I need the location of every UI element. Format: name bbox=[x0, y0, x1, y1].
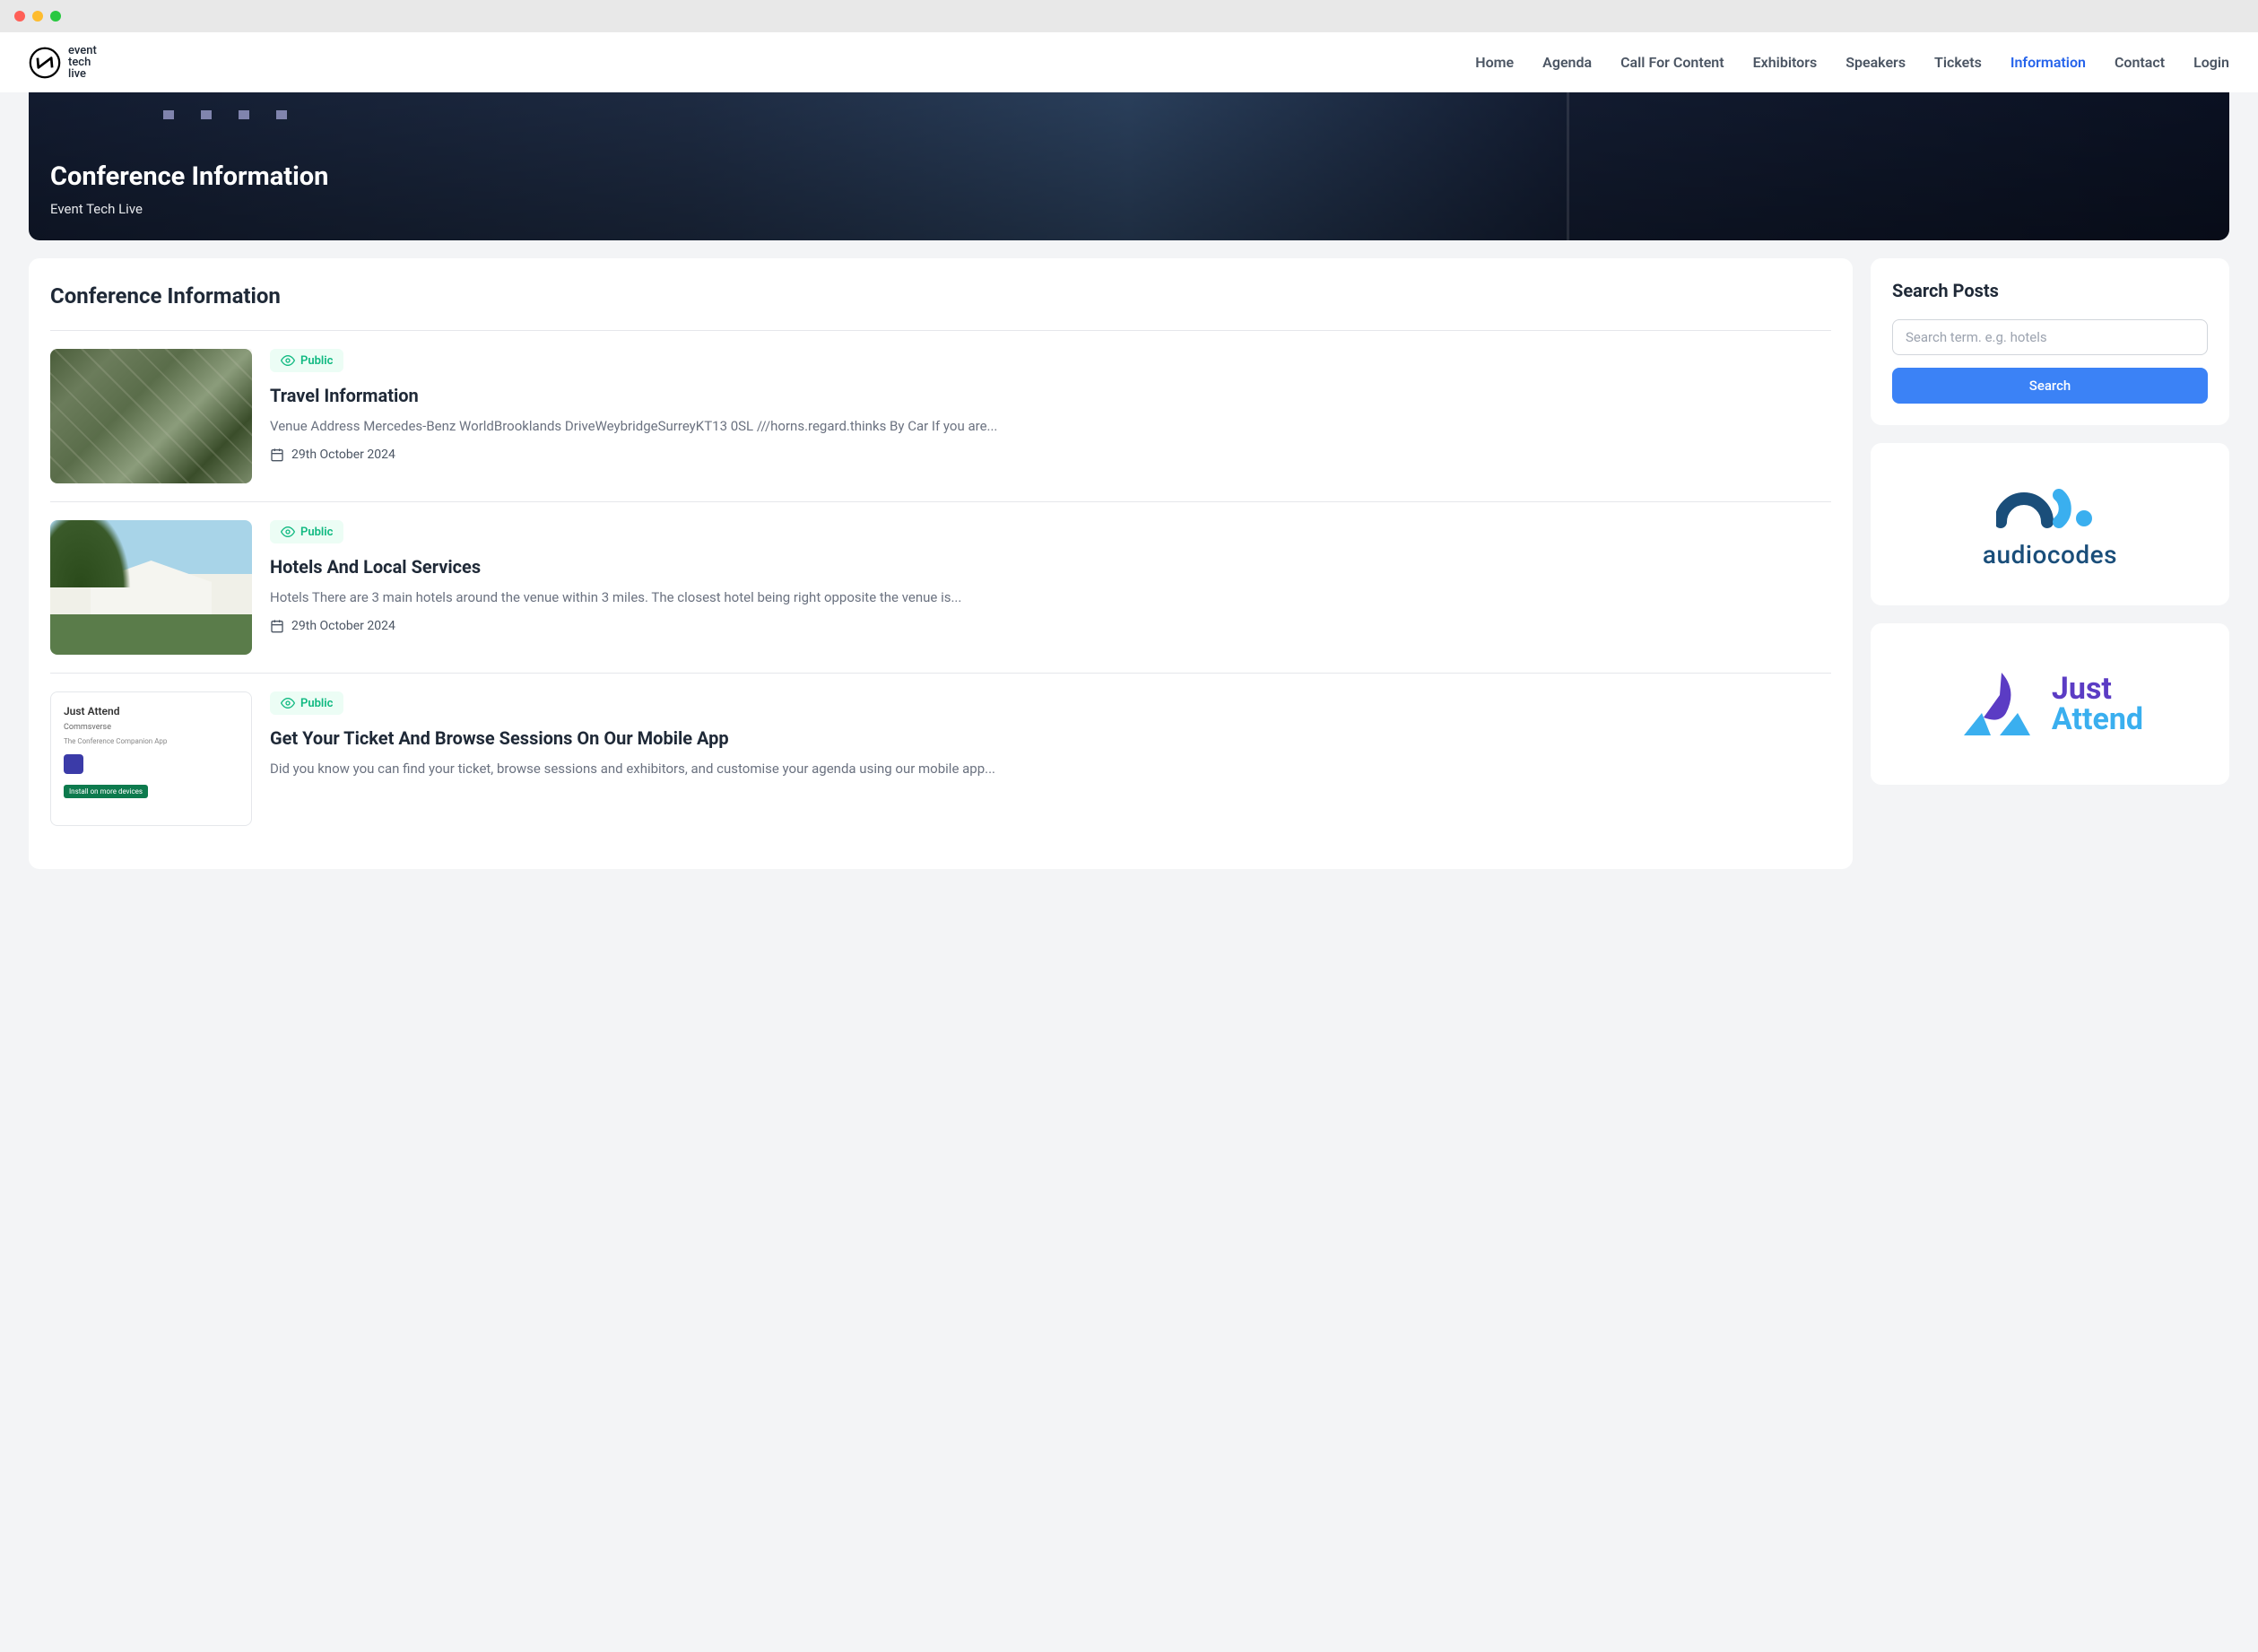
post-excerpt: Did you know you can find your ticket, b… bbox=[270, 758, 1831, 779]
justattend-logo: Just Attend bbox=[1957, 668, 2143, 740]
nav-information[interactable]: Information bbox=[2010, 54, 2086, 71]
eye-icon bbox=[281, 696, 295, 710]
window-minimize-button[interactable] bbox=[32, 11, 43, 22]
badge-label: Public bbox=[300, 697, 333, 710]
post-thumbnail: Just Attend Commsverse The Conference Co… bbox=[50, 691, 252, 826]
post-content: Public Hotels And Local Services Hotels … bbox=[270, 520, 1831, 655]
main-layout: Conference Information Public Travel Inf… bbox=[0, 240, 2258, 887]
audiocodes-text: audiocodes bbox=[1983, 540, 2117, 570]
browser-chrome bbox=[0, 0, 2258, 32]
nav-speakers[interactable]: Speakers bbox=[1845, 54, 1906, 71]
sponsor-audiocodes[interactable]: audiocodes bbox=[1871, 443, 2229, 605]
window-maximize-button[interactable] bbox=[50, 11, 61, 22]
nav-agenda[interactable]: Agenda bbox=[1542, 54, 1592, 71]
hero-title: Conference Information bbox=[50, 161, 2208, 192]
nav-login[interactable]: Login bbox=[2193, 54, 2229, 71]
post-title[interactable]: Hotels And Local Services bbox=[270, 556, 1831, 578]
justattend-text: Just Attend bbox=[2052, 674, 2143, 735]
logo-mark-icon bbox=[29, 47, 61, 79]
top-navigation: event tech live Home Agenda Call For Con… bbox=[0, 32, 2258, 92]
calendar-icon bbox=[270, 619, 284, 633]
nav-call-for-content[interactable]: Call For Content bbox=[1620, 54, 1724, 71]
content-panel: Conference Information Public Travel Inf… bbox=[29, 258, 1853, 869]
justattend-icon bbox=[1957, 668, 2037, 740]
badge-label: Public bbox=[300, 526, 333, 539]
post-date: 29th October 2024 bbox=[270, 448, 1831, 462]
audiocodes-logo: audiocodes bbox=[1983, 479, 2117, 570]
post-item[interactable]: Public Hotels And Local Services Hotels … bbox=[50, 520, 1831, 673]
public-badge: Public bbox=[270, 520, 343, 543]
nav-exhibitors[interactable]: Exhibitors bbox=[1753, 54, 1818, 71]
eye-icon bbox=[281, 525, 295, 539]
site-logo[interactable]: event tech live bbox=[29, 45, 97, 80]
post-item[interactable]: Public Travel Information Venue Address … bbox=[50, 349, 1831, 501]
search-button[interactable]: Search bbox=[1892, 368, 2208, 404]
post-item[interactable]: Just Attend Commsverse The Conference Co… bbox=[50, 691, 1831, 844]
search-panel: Search Posts Search bbox=[1871, 258, 2229, 425]
search-input[interactable] bbox=[1892, 319, 2208, 355]
nav-links: Home Agenda Call For Content Exhibitors … bbox=[1475, 54, 2229, 71]
hero-subtitle: Event Tech Live bbox=[50, 201, 2208, 217]
post-content: Public Get Your Ticket And Browse Sessio… bbox=[270, 691, 1831, 826]
post-date: 29th October 2024 bbox=[270, 619, 1831, 633]
window-close-button[interactable] bbox=[14, 11, 25, 22]
eye-icon bbox=[281, 353, 295, 368]
audiocodes-icon bbox=[1996, 479, 2104, 529]
post-excerpt: Venue Address Mercedes-Benz WorldBrookla… bbox=[270, 415, 1831, 437]
search-title: Search Posts bbox=[1892, 280, 2208, 301]
nav-tickets[interactable]: Tickets bbox=[1934, 54, 1982, 71]
sponsor-justattend[interactable]: Just Attend bbox=[1871, 623, 2229, 785]
post-thumbnail bbox=[50, 520, 252, 655]
hero-banner: Conference Information Event Tech Live bbox=[29, 92, 2229, 240]
nav-home[interactable]: Home bbox=[1475, 54, 1514, 71]
nav-contact[interactable]: Contact bbox=[2115, 54, 2165, 71]
content-title: Conference Information bbox=[50, 283, 1831, 309]
post-excerpt: Hotels There are 3 main hotels around th… bbox=[270, 587, 1831, 608]
divider bbox=[50, 501, 1831, 502]
public-badge: Public bbox=[270, 691, 343, 715]
public-badge: Public bbox=[270, 349, 343, 372]
sidebar: Search Posts Search audiocodes bbox=[1871, 258, 2229, 785]
badge-label: Public bbox=[300, 354, 333, 368]
calendar-icon bbox=[270, 448, 284, 462]
divider bbox=[50, 330, 1831, 331]
post-thumbnail bbox=[50, 349, 252, 483]
post-title[interactable]: Get Your Ticket And Browse Sessions On O… bbox=[270, 727, 1831, 749]
post-title[interactable]: Travel Information bbox=[270, 385, 1831, 406]
divider bbox=[50, 673, 1831, 674]
post-content: Public Travel Information Venue Address … bbox=[270, 349, 1831, 483]
logo-text: event tech live bbox=[68, 45, 97, 80]
